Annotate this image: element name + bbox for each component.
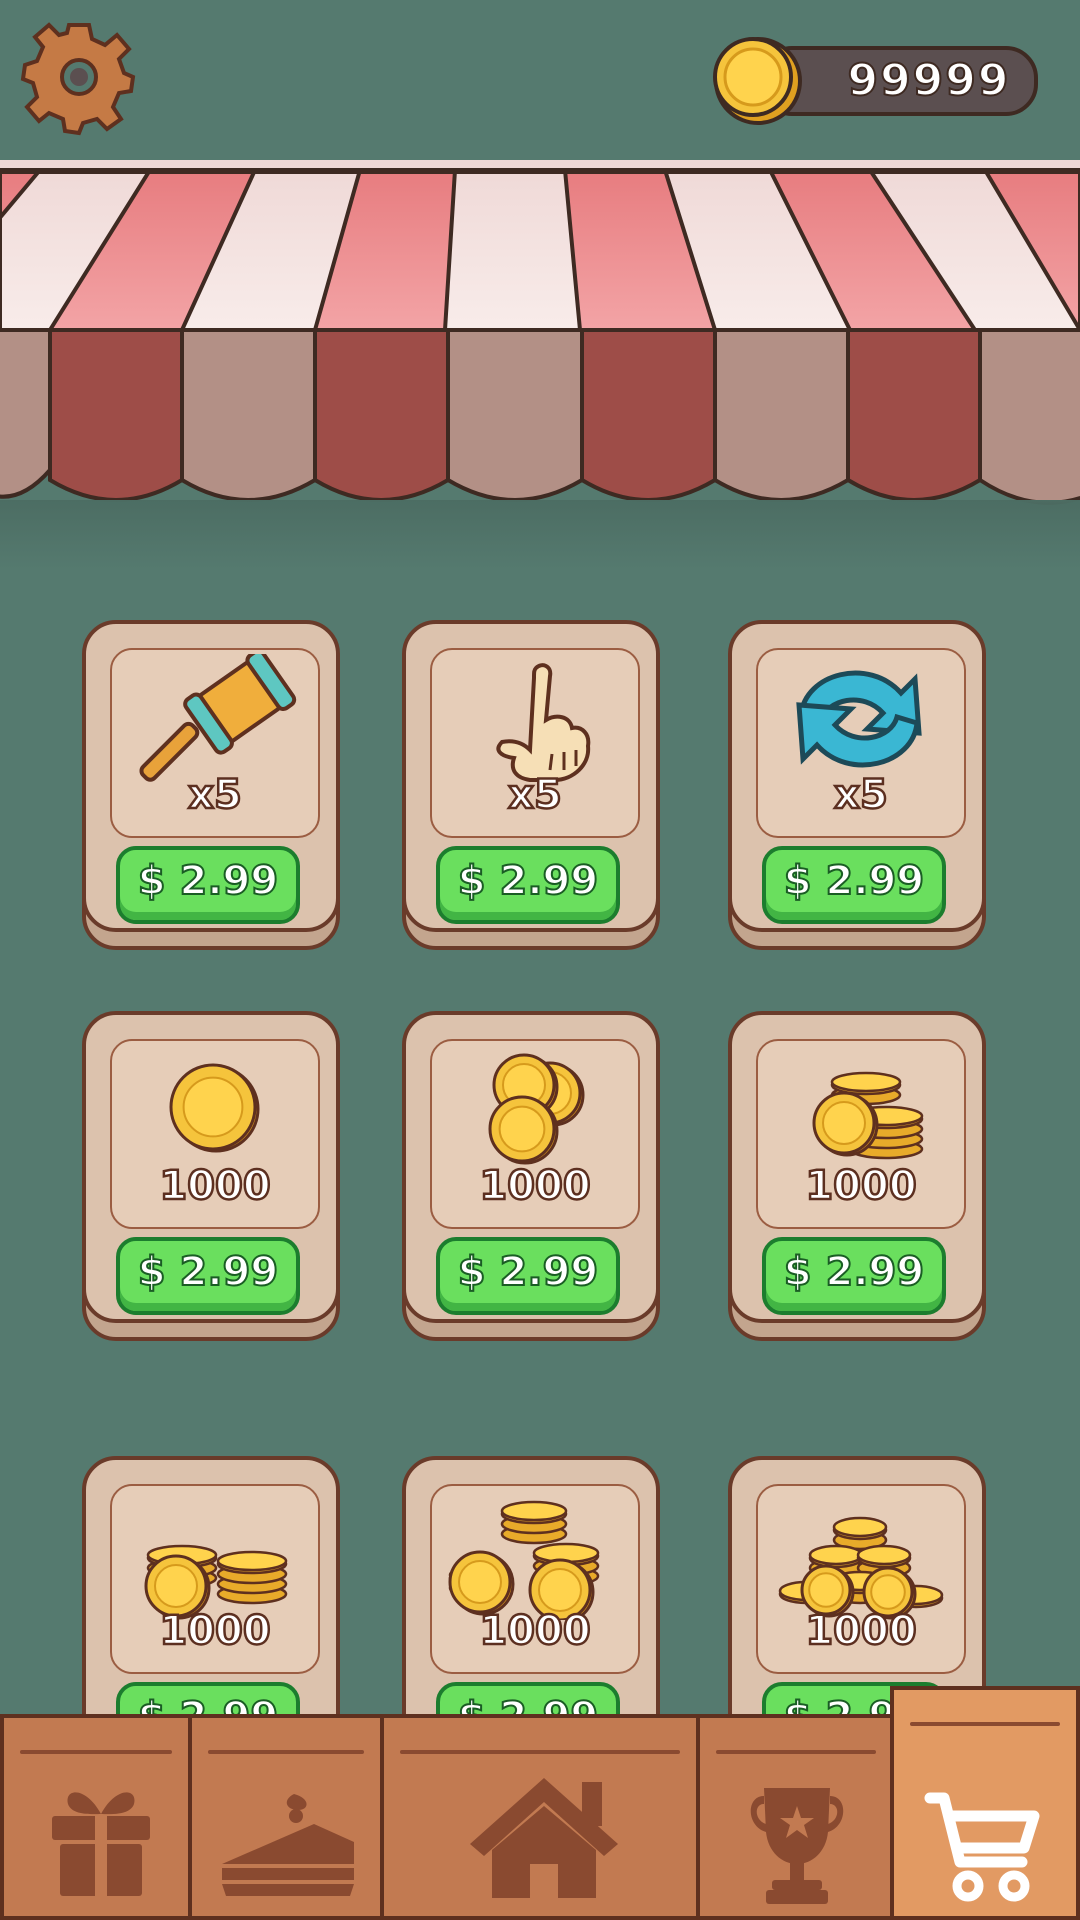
nav-tab-cake[interactable] <box>188 1714 384 1920</box>
coin-treasure-icon <box>778 1516 944 1620</box>
item-quantity: x5 <box>507 771 563 820</box>
nav-tab-trophy[interactable] <box>696 1714 896 1920</box>
item-quantity: 1000 <box>478 1607 592 1656</box>
coin-balance: 99999 <box>846 54 1011 107</box>
pointing-hand-icon <box>496 663 591 782</box>
awning-shadow <box>0 500 1080 570</box>
item-quantity: 1000 <box>158 1607 272 1656</box>
cart-icon <box>924 1792 1040 1902</box>
cake-icon <box>222 1794 354 1896</box>
single-coin-icon <box>169 1063 260 1153</box>
coin-heap-icon <box>448 1500 600 1620</box>
item-quantity: 1000 <box>158 1162 272 1211</box>
item-quantity: 1000 <box>804 1607 918 1656</box>
coin-icon <box>710 33 802 125</box>
gift-icon <box>52 1792 150 1896</box>
price-button[interactable]: $ 2.99 <box>436 846 620 924</box>
price-button[interactable]: $ 2.99 <box>762 846 946 924</box>
shop-card[interactable]: 1000 $ 2.99 <box>728 1011 986 1341</box>
bottom-nav <box>0 1686 1080 1920</box>
hammer-icon <box>139 654 297 782</box>
coin-stack-icon <box>812 1071 924 1160</box>
item-quantity: x5 <box>833 771 889 820</box>
nav-tab-gift[interactable] <box>0 1714 192 1920</box>
price-button[interactable]: $ 2.99 <box>762 1237 946 1315</box>
coin-pile-icon <box>488 1053 585 1165</box>
price-button[interactable]: $ 2.99 <box>116 1237 300 1315</box>
shop-card[interactable]: x5 $ 2.99 <box>402 620 660 950</box>
item-quantity: 1000 <box>478 1162 592 1211</box>
price-button[interactable]: $ 2.99 <box>436 1237 620 1315</box>
shop-card[interactable]: x5 $ 2.99 <box>82 620 340 950</box>
item-quantity: 1000 <box>804 1162 918 1211</box>
item-quantity: x5 <box>187 771 243 820</box>
gear-icon[interactable] <box>20 18 138 136</box>
nav-tab-cart[interactable] <box>890 1686 1080 1920</box>
top-bar: 99999 <box>0 0 1080 165</box>
refresh-icon <box>796 670 922 768</box>
shop-awning <box>0 160 1080 530</box>
shop-card[interactable]: 1000 $ 2.99 <box>402 1011 660 1341</box>
shop-card[interactable]: 1000 $ 2.99 <box>82 1011 340 1341</box>
shop-card[interactable]: x5 $ 2.99 <box>728 620 986 950</box>
home-icon <box>470 1778 618 1898</box>
trophy-icon <box>750 1788 844 1904</box>
nav-tab-home[interactable] <box>380 1714 700 1920</box>
coin-stacks-icon <box>144 1544 288 1620</box>
price-button[interactable]: $ 2.99 <box>116 846 300 924</box>
